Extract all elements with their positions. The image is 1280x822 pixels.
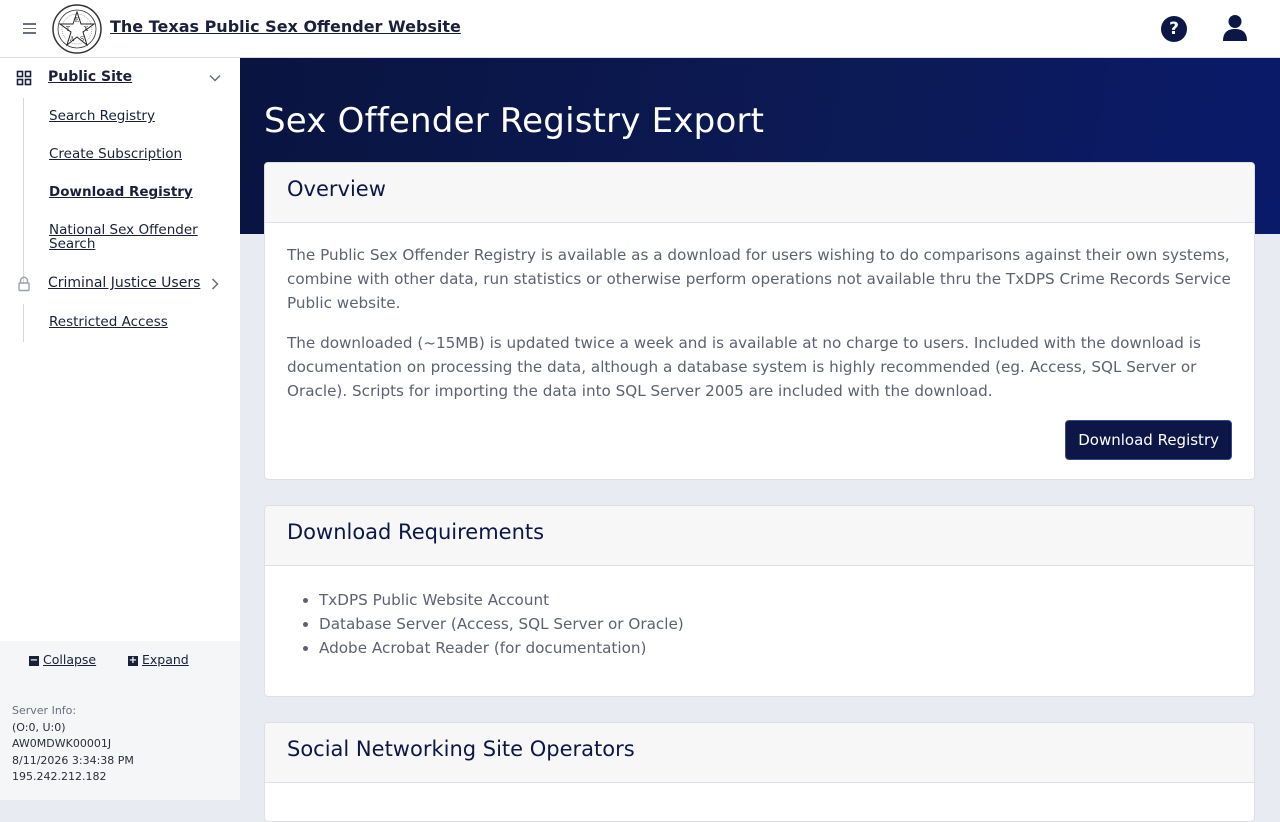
sidebar-footer: − Collapse + Expand Server Info: (O:0, U:0… [0, 641, 240, 800]
sidebar: Public Site Search Registry Create Subsc… [0, 58, 240, 800]
sidebar-item-national-search[interactable]: National Sex Offender Search [49, 223, 224, 251]
server-info-line: 8/11/2026 3:34:38 PM [12, 753, 134, 767]
overview-paragraph: The Public Sex Offender Registry is avai… [287, 246, 1231, 312]
svg-text:X: X [84, 26, 89, 33]
nav-tree-line [23, 304, 24, 342]
hamburger-menu-icon[interactable] [23, 23, 36, 35]
chevron-right-icon[interactable] [208, 277, 222, 291]
social-networking-card: Social Networking Site Operators [264, 722, 1255, 822]
requirements-list: TxDPS Public Website Account Database Se… [287, 588, 1232, 660]
sidebar-item-search-registry[interactable]: Search Registry [49, 109, 224, 123]
minus-icon: − [29, 654, 39, 666]
sidebar-item-restricted-access[interactable]: Restricted Access [49, 315, 224, 329]
card-heading: Overview [265, 163, 1254, 223]
sidebar-item-create-subscription[interactable]: Create Subscription [49, 147, 224, 161]
expand-label[interactable]: Expand [142, 652, 189, 667]
svg-text:S: S [80, 36, 84, 43]
svg-text:T: T [66, 26, 70, 33]
server-info-line: 195.242.212.182 [12, 770, 107, 783]
server-info-heading: Server Info: [12, 704, 77, 717]
card-heading: Social Networking Site Operators [265, 723, 1254, 783]
page-title: Sex Offender Registry Export [264, 101, 765, 141]
help-icon[interactable]: ? [1161, 16, 1187, 42]
server-info-line: AW0MDWK00001J [12, 737, 112, 750]
server-info: Server Info: (O:0, U:0) AW0MDWK00001J 8/… [12, 703, 134, 786]
chevron-down-icon[interactable] [208, 71, 222, 85]
nav-section-public-site[interactable]: Public Site [0, 60, 240, 96]
plus-icon: + [128, 654, 138, 666]
svg-text:A: A [69, 36, 75, 43]
sidebar-item-download-registry[interactable]: Download Registry [49, 185, 224, 199]
grid-icon [16, 70, 32, 86]
list-item: Database Server (Access, SQL Server or O… [319, 612, 1232, 636]
card-heading: Download Requirements [265, 506, 1254, 566]
collapse-button[interactable]: − Collapse [29, 652, 96, 667]
user-account-icon[interactable] [1222, 14, 1248, 42]
nav-section-label[interactable]: Public Site [48, 69, 132, 85]
overview-paragraph: The downloaded (~15MB) is updated twice … [287, 334, 1201, 400]
server-info-line: (O:0, U:0) [12, 720, 66, 734]
nav-tree-line [23, 98, 24, 284]
list-item: TxDPS Public Website Account [319, 588, 1232, 612]
card-body: TxDPS Public Website Account Database Se… [265, 566, 1254, 680]
svg-text:E: E [75, 17, 79, 24]
nav-section-label[interactable]: Criminal Justice Users [48, 275, 200, 291]
requirements-card: Download Requirements TxDPS Public Websi… [264, 505, 1255, 697]
collapse-label[interactable]: Collapse [43, 652, 96, 667]
card-body: The Public Sex Offender Registry is avai… [265, 223, 1254, 439]
texas-dps-seal-logo[interactable]: E T X A S [52, 4, 102, 54]
list-item: Adobe Acrobat Reader (for documentation) [319, 636, 1232, 660]
overview-card: Overview The Public Sex Offender Registr… [264, 162, 1255, 480]
site-title-link[interactable]: The Texas Public Sex Offender Website [110, 17, 461, 36]
nav-section-criminal-justice[interactable]: Criminal Justice Users [0, 266, 240, 302]
expand-button[interactable]: + Expand [128, 652, 189, 667]
top-bar: E T X A S The Texas Public Sex Offender … [0, 0, 1280, 58]
download-registry-button[interactable]: Download Registry [1065, 420, 1232, 460]
lock-icon [18, 276, 30, 292]
